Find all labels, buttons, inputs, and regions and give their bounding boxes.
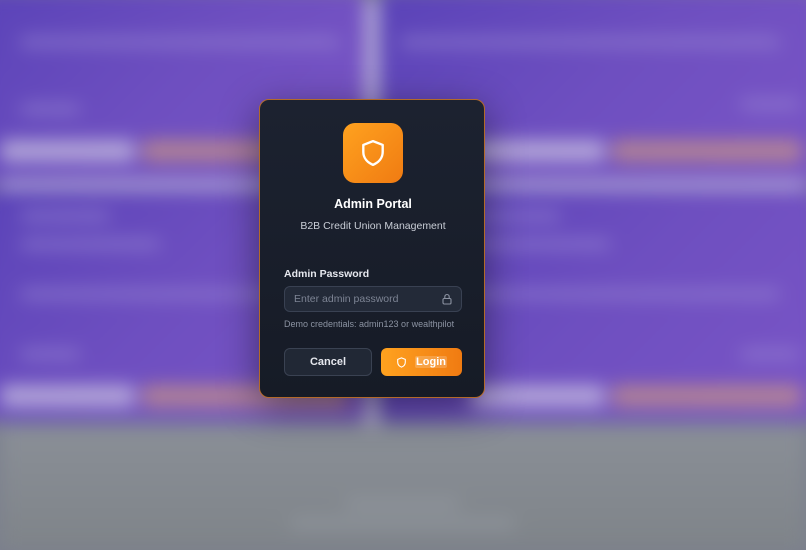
background-line bbox=[20, 38, 340, 46]
background-line bbox=[740, 100, 800, 108]
background-bar bbox=[612, 385, 802, 407]
background-line bbox=[20, 105, 80, 113]
background-line bbox=[345, 500, 460, 508]
lock-icon bbox=[442, 293, 452, 305]
password-input[interactable] bbox=[285, 287, 435, 311]
background-bar bbox=[470, 140, 605, 162]
background-bar bbox=[0, 140, 135, 162]
shield-icon bbox=[362, 139, 384, 167]
background-bar bbox=[470, 385, 605, 407]
background-line bbox=[740, 350, 800, 358]
password-field-container bbox=[284, 286, 462, 312]
background-bar bbox=[612, 140, 802, 162]
background-footer bbox=[0, 425, 806, 550]
shield-logo bbox=[343, 123, 403, 183]
background-line bbox=[400, 38, 780, 46]
login-button-label: Login bbox=[415, 356, 447, 368]
demo-credentials-hint: Demo credentials: admin123 or wealthpilo… bbox=[284, 319, 455, 329]
background-line bbox=[470, 240, 610, 248]
background-line bbox=[20, 350, 80, 358]
background-line bbox=[20, 212, 110, 220]
background-bar bbox=[0, 385, 135, 407]
password-label: Admin Password bbox=[284, 268, 370, 280]
modal-subtitle: B2B Credit Union Management bbox=[300, 220, 446, 232]
modal-title: Admin Portal bbox=[334, 197, 412, 211]
shield-icon bbox=[397, 356, 406, 368]
background-line bbox=[290, 520, 515, 528]
background-line bbox=[20, 240, 160, 248]
cancel-button-label: Cancel bbox=[309, 356, 347, 368]
cancel-button[interactable]: Cancel bbox=[284, 348, 372, 376]
admin-login-modal: Admin Portal B2B Credit Union Management… bbox=[259, 99, 485, 398]
login-button[interactable]: Login bbox=[381, 348, 462, 376]
